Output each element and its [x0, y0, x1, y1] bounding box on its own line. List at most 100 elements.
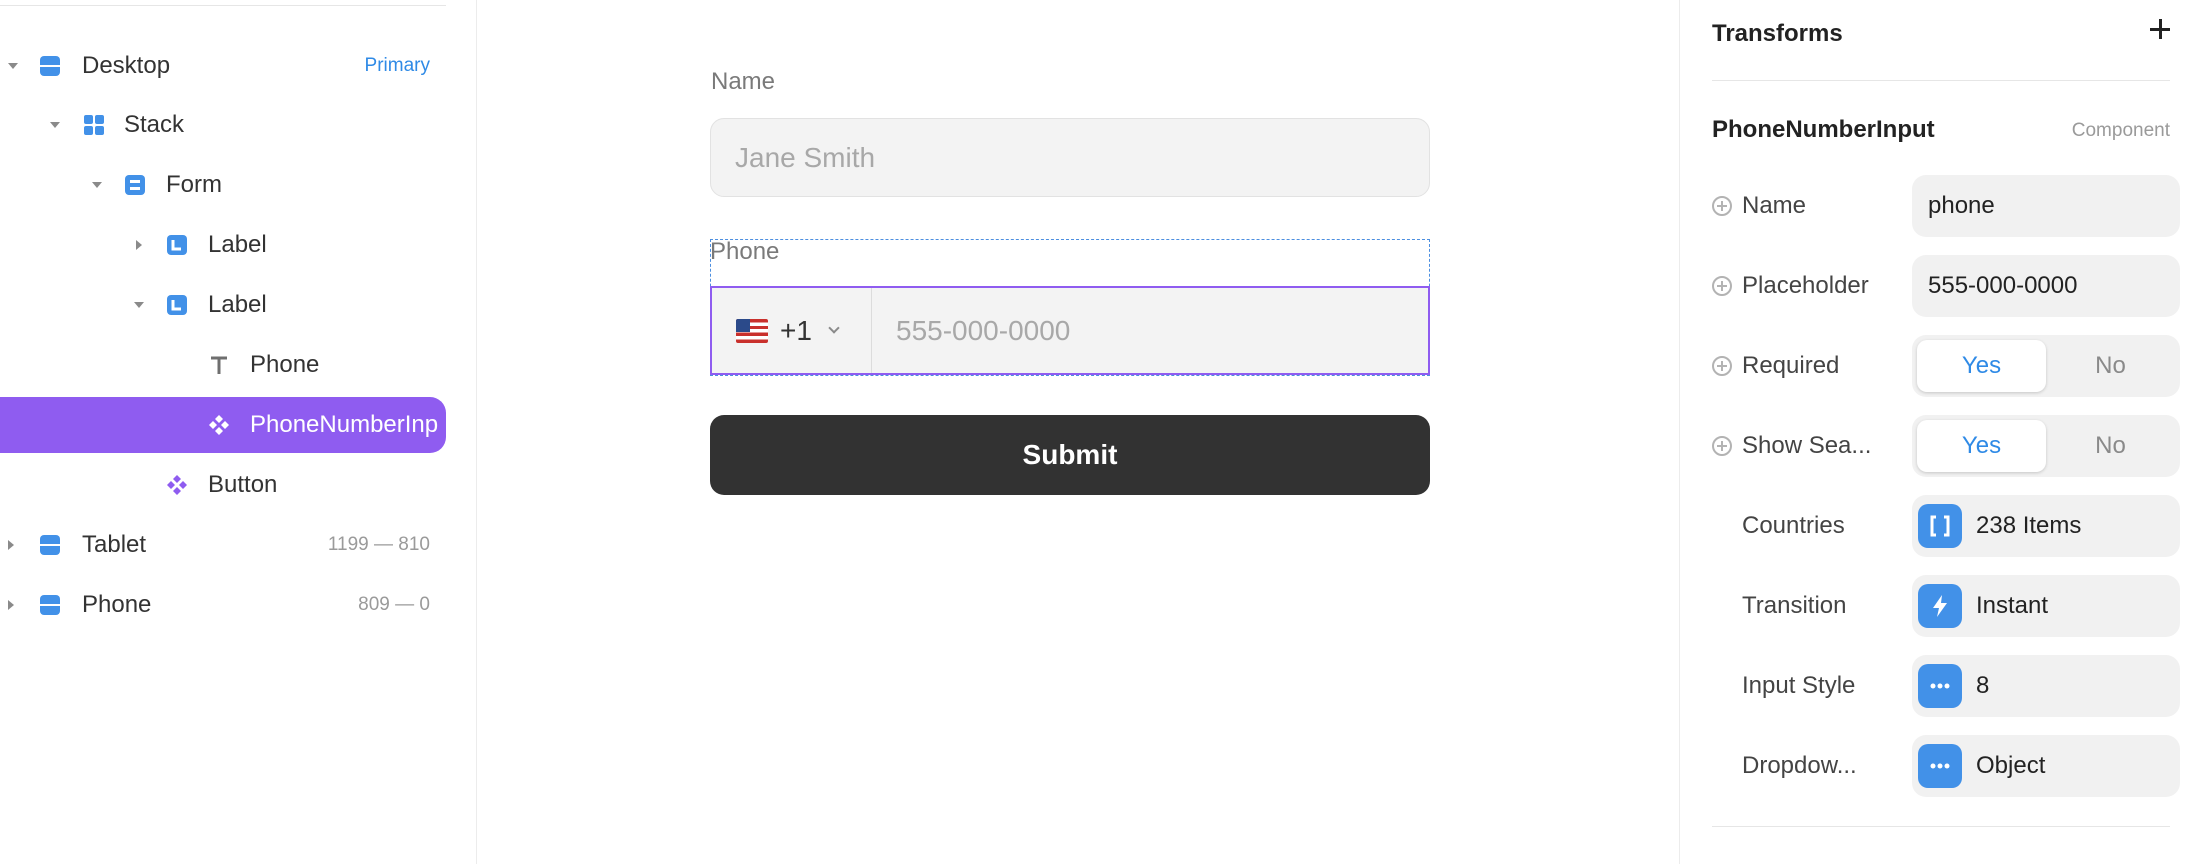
countries-prop[interactable]: 238 Items: [1912, 495, 2180, 557]
layer-form[interactable]: Form: [0, 157, 446, 213]
dropdown-prop[interactable]: Object: [1912, 735, 2180, 797]
name-placeholder: Jane Smith: [735, 141, 876, 173]
us-flag-icon: [736, 318, 768, 343]
layer-phonenumberinput[interactable]: PhoneNumberInp: [0, 397, 446, 453]
caret-right-icon[interactable]: [4, 538, 18, 552]
label-icon: [166, 234, 188, 256]
design-canvas[interactable]: Name Jane Smith Phone +1 555-000-0000 Su…: [478, 0, 1678, 864]
yes-option[interactable]: Yes: [1917, 420, 2046, 472]
prop-row-placeholder: Placeholder 555-000-0000: [1712, 255, 2182, 317]
layer-button[interactable]: Button: [0, 457, 446, 513]
layer-name: Form: [166, 171, 222, 198]
caret-down-icon[interactable]: [132, 298, 146, 312]
phone-field[interactable]: 555-000-0000: [872, 288, 1428, 373]
country-code: +1: [780, 314, 812, 346]
add-icon[interactable]: [2147, 16, 2173, 42]
chevron-down-icon: [828, 321, 840, 334]
stack-icon: [39, 594, 61, 616]
stack-icon: [39, 534, 61, 556]
submit-button[interactable]: Submit: [710, 415, 1430, 495]
layer-breakpoint: 809 — 0: [358, 594, 430, 615]
divider: [1712, 80, 2170, 81]
layer-stack[interactable]: Stack: [0, 97, 446, 153]
component-icon: [166, 474, 188, 496]
component-icon: [208, 414, 230, 436]
prop-row-countries: Countries 238 Items: [1712, 495, 2182, 557]
layer-phone[interactable]: Phone 809 — 0: [0, 577, 446, 633]
prop-value: phone: [1928, 192, 1995, 219]
array-icon: [1918, 504, 1962, 548]
prop-value: Object: [1976, 752, 2046, 779]
layer-name: Tablet: [82, 531, 147, 558]
prop-value: Instant: [1976, 592, 2049, 619]
properties-panel: Transforms PhoneNumberInput Component Na…: [1679, 0, 2194, 864]
prop-row-required: Required Yes No: [1712, 335, 2182, 397]
caret-down-icon[interactable]: [6, 59, 20, 73]
layer-desktop[interactable]: Desktop Primary: [0, 38, 446, 94]
layer-name: PhoneNumberInp: [250, 411, 439, 438]
phone-placeholder: 555-000-0000: [896, 314, 1071, 346]
caret-down-icon[interactable]: [48, 118, 62, 132]
add-circle-icon[interactable]: [1712, 276, 1732, 296]
prop-value: 555-000-0000: [1928, 272, 2078, 299]
layer-name: Stack: [124, 111, 185, 138]
layer-name: Desktop: [82, 52, 171, 79]
transition-prop[interactable]: Instant: [1912, 575, 2180, 637]
panel-divider: [0, 5, 446, 6]
layer-label[interactable]: Label: [0, 217, 446, 273]
layer-name: Button: [208, 471, 278, 498]
prop-row-show-search: Show Sea... Yes No: [1712, 415, 2182, 477]
caret-right-icon[interactable]: [4, 598, 18, 612]
lightning-icon: [1918, 584, 1962, 628]
prop-row-input-style: Input Style 8: [1712, 655, 2182, 717]
phone-number-input[interactable]: +1 555-000-0000: [710, 286, 1430, 375]
stack-icon: [39, 55, 61, 77]
country-selector[interactable]: +1: [712, 288, 872, 373]
layer-name: Label: [208, 231, 267, 258]
layer-tablet[interactable]: Tablet 1199 — 810: [0, 517, 446, 573]
show-search-toggle: Yes No: [1912, 415, 2180, 477]
prop-label: Transition: [1742, 592, 1847, 619]
phone-label: Phone: [710, 238, 780, 265]
add-circle-icon[interactable]: [1712, 356, 1732, 376]
layer-breakpoint: 1199 — 810: [327, 534, 430, 555]
no-option[interactable]: No: [2046, 340, 2175, 392]
more-icon: [1918, 664, 1962, 708]
add-circle-icon[interactable]: [1712, 436, 1732, 456]
caret-down-icon[interactable]: [90, 178, 104, 192]
prop-label: Input Style: [1742, 672, 1856, 699]
prop-label: Placeholder: [1742, 272, 1869, 299]
stack-icon: [124, 174, 146, 196]
text-icon: [208, 354, 230, 376]
component-name: PhoneNumberInput: [1712, 116, 1935, 143]
required-toggle: Yes No: [1912, 335, 2180, 397]
prop-label: Show Sea...: [1742, 432, 1872, 459]
yes-option[interactable]: Yes: [1917, 340, 2046, 392]
layer-name: Phone: [250, 351, 320, 378]
more-icon: [1918, 744, 1962, 788]
layer-phone-text[interactable]: Phone: [0, 337, 446, 393]
prop-value: 238 Items: [1976, 512, 2082, 539]
section-title: Transforms: [1712, 20, 1843, 47]
prop-label: Dropdow...: [1742, 752, 1857, 779]
input-style-prop[interactable]: 8: [1912, 655, 2180, 717]
prop-value: 8: [1976, 672, 1990, 699]
prop-row-name: Name phone: [1712, 175, 2182, 237]
name-prop-input[interactable]: phone: [1912, 175, 2180, 237]
name-label: Name: [711, 68, 776, 95]
component-type: Component: [2071, 120, 2170, 141]
prop-row-transition: Transition Instant: [1712, 575, 2182, 637]
layer-label[interactable]: Label: [0, 277, 446, 333]
add-circle-icon[interactable]: [1712, 196, 1732, 216]
prop-label: Name: [1742, 192, 1807, 219]
divider: [1712, 826, 2170, 827]
no-option[interactable]: No: [2046, 420, 2175, 472]
name-input[interactable]: Jane Smith: [710, 118, 1430, 197]
placeholder-prop-input[interactable]: 555-000-0000: [1912, 255, 2180, 317]
label-icon: [166, 294, 188, 316]
prop-label: Required: [1742, 352, 1840, 379]
layer-name: Phone: [82, 591, 152, 618]
layers-panel: Desktop Primary Stack Form Label Label P…: [0, 0, 477, 864]
grid-icon: [83, 114, 105, 136]
caret-right-icon[interactable]: [132, 238, 146, 252]
